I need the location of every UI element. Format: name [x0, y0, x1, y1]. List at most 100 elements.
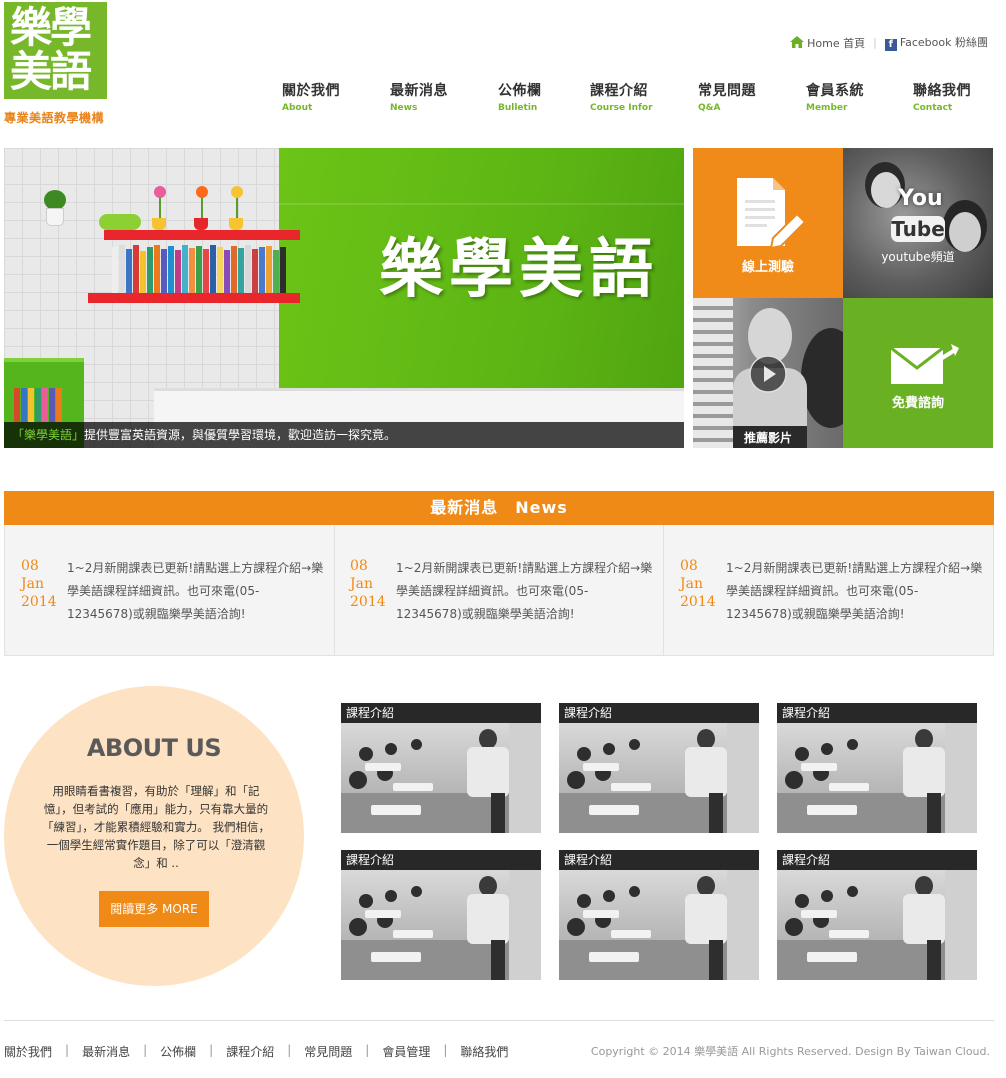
course-label: 課程介紹 — [341, 850, 541, 870]
news-day: 08 — [350, 558, 368, 574]
recommended-video-label: 推薦影片 — [743, 431, 792, 445]
play-icon[interactable] — [748, 354, 788, 394]
student-head — [349, 771, 367, 789]
student-desk — [589, 805, 639, 815]
student-desk — [365, 763, 401, 771]
footer-link-about[interactable]: 關於我們 — [4, 1043, 52, 1060]
footer-link-course[interactable]: 課程介紹 — [226, 1043, 274, 1060]
student-desk — [611, 930, 651, 938]
flower-pot — [152, 218, 166, 230]
document-pencil-icon — [737, 178, 807, 250]
online-test-label: 線上測驗 — [741, 260, 794, 275]
footer-link-bulletin[interactable]: 公佈欄 — [160, 1043, 196, 1060]
footer-link-qa[interactable]: 常見問題 — [304, 1043, 352, 1060]
course-card[interactable]: 課程介紹 — [559, 850, 759, 980]
facebook-link[interactable]: f Facebook 粉絲團 — [884, 34, 988, 51]
recommended-video-tile[interactable]: 推薦影片 — [693, 298, 843, 448]
home-icon — [790, 35, 805, 48]
course-card[interactable]: 課程介紹 — [559, 703, 759, 833]
nav-sublabel: Bulletin — [498, 103, 538, 113]
student-head — [795, 894, 809, 908]
teacher-legs — [491, 793, 505, 833]
classroom-door — [509, 870, 541, 980]
nav-item-qa[interactable]: 常見問題 Q&A — [698, 80, 756, 113]
student-desk — [829, 930, 869, 938]
footer-separator: | — [443, 1043, 448, 1057]
nav-item-news[interactable]: 最新消息 News — [390, 80, 448, 113]
student-head — [411, 886, 422, 897]
youtube-logo-bottom: Tube — [891, 216, 945, 242]
student-head — [385, 743, 397, 755]
youtube-tile[interactable]: You Tube youtube頻道 — [843, 148, 993, 298]
student-desk — [801, 910, 837, 918]
footer-link-contact[interactable]: 聯絡我們 — [460, 1043, 508, 1060]
teacher-body — [685, 894, 727, 944]
nav-item-bulletin[interactable]: 公佈欄 Bulletin — [498, 80, 542, 113]
student-desk — [393, 783, 433, 791]
nav-item-member[interactable]: 會員系統 Member — [806, 80, 864, 113]
classroom-door — [945, 723, 977, 833]
plant-decoration — [44, 190, 66, 210]
news-day: 08 — [680, 558, 698, 574]
home-link[interactable]: Home 首頁 — [790, 35, 865, 51]
footer-divider — [4, 1020, 994, 1021]
about-text: 用眼睛看書複習，有助於「理解」和「記憶」，但考試的「應用」能力，只有靠大量的「練… — [42, 784, 270, 870]
nav-item-about[interactable]: 關於我們 About — [282, 80, 340, 113]
footer-link-member[interactable]: 會員管理 — [382, 1043, 430, 1060]
teacher-body — [467, 747, 509, 797]
nav-sublabel: Q&A — [698, 103, 721, 113]
course-card[interactable]: 課程介紹 — [777, 850, 977, 980]
hero-banner[interactable]: 樂學美語 「樂學美語」提供豐富英語資源，與優質學習環境，歡迎造訪一探究竟。 — [4, 148, 684, 448]
about-section: ABOUT US 用眼睛看書複習，有助於「理解」和「記憶」，但考試的「應用」能力… — [4, 686, 304, 986]
shelf-upper — [104, 230, 300, 240]
youtube-label: youtube頻道 — [881, 250, 955, 264]
about-title: ABOUT US — [86, 734, 222, 762]
flower-decoration — [154, 186, 166, 198]
teacher-head — [697, 876, 715, 896]
course-card[interactable]: 課程介紹 — [341, 703, 541, 833]
nav-item-course[interactable]: 課程介紹 Course Infor — [590, 80, 653, 113]
news-year: 2014 — [680, 594, 716, 610]
news-item[interactable]: 08 Jan 2014 1~2月新開課表已更新!請點選上方課程介紹→樂學美語課程… — [334, 525, 664, 655]
news-section-title: 最新消息 News — [4, 491, 994, 525]
student-head — [411, 739, 422, 750]
footer-links: 關於我們 | 最新消息 | 公佈欄 | 課程介紹 | 常見問題 | 會員管理 | 聯絡我們 — [4, 1043, 508, 1060]
youtube-logo-top: You — [898, 186, 943, 211]
nav-sublabel: About — [282, 103, 313, 113]
main-nav: 關於我們 About 最新消息 News 公佈欄 Bulletin 課程介紹 C… — [0, 80, 1006, 120]
student-head — [821, 743, 833, 755]
nav-sublabel: Member — [806, 103, 848, 113]
student-head — [847, 739, 858, 750]
facebook-link-label: Facebook 粉絲團 — [899, 36, 988, 49]
student-head — [577, 747, 591, 761]
flower-decoration — [196, 186, 208, 198]
footer-link-news[interactable]: 最新消息 — [82, 1043, 130, 1060]
student-head — [785, 771, 803, 789]
teacher-head — [915, 876, 933, 896]
free-consult-tile[interactable]: 免費諮詢 — [843, 298, 993, 448]
nav-item-contact[interactable]: 聯絡我們 Contact — [913, 80, 971, 113]
student-head — [359, 894, 373, 908]
student-desk — [393, 930, 433, 938]
flower-pot — [194, 218, 208, 230]
student-head — [785, 918, 803, 936]
news-year: 2014 — [350, 594, 386, 610]
online-test-tile[interactable]: 線上測驗 — [693, 148, 843, 298]
teacher-body — [467, 894, 509, 944]
student-head — [603, 890, 615, 902]
classroom-door — [727, 723, 759, 833]
course-card[interactable]: 課程介紹 — [341, 850, 541, 980]
news-item[interactable]: 08 Jan 2014 1~2月新開課表已更新!請點選上方課程介紹→樂學美語課程… — [664, 525, 994, 655]
shelf-lower — [88, 293, 300, 303]
top-links: Home 首頁 | f Facebook 粉絲團 — [790, 34, 988, 51]
news-month: Jan — [680, 576, 703, 592]
hero-brand-sign: 樂學美語 — [379, 233, 659, 307]
student-head — [567, 771, 585, 789]
hero-caption-text: 提供豐富英語資源，與優質學習環境，歡迎造訪一探究竟。 — [84, 428, 397, 442]
read-more-button[interactable]: 閱讀更多 MORE — [99, 891, 209, 927]
course-card[interactable]: 課程介紹 — [777, 703, 977, 833]
news-item[interactable]: 08 Jan 2014 1~2月新開課表已更新!請點選上方課程介紹→樂學美語課程… — [5, 525, 335, 655]
student-desk — [801, 763, 837, 771]
news-date: 08 Jan 2014 — [21, 557, 61, 611]
course-label: 課程介紹 — [777, 703, 977, 723]
